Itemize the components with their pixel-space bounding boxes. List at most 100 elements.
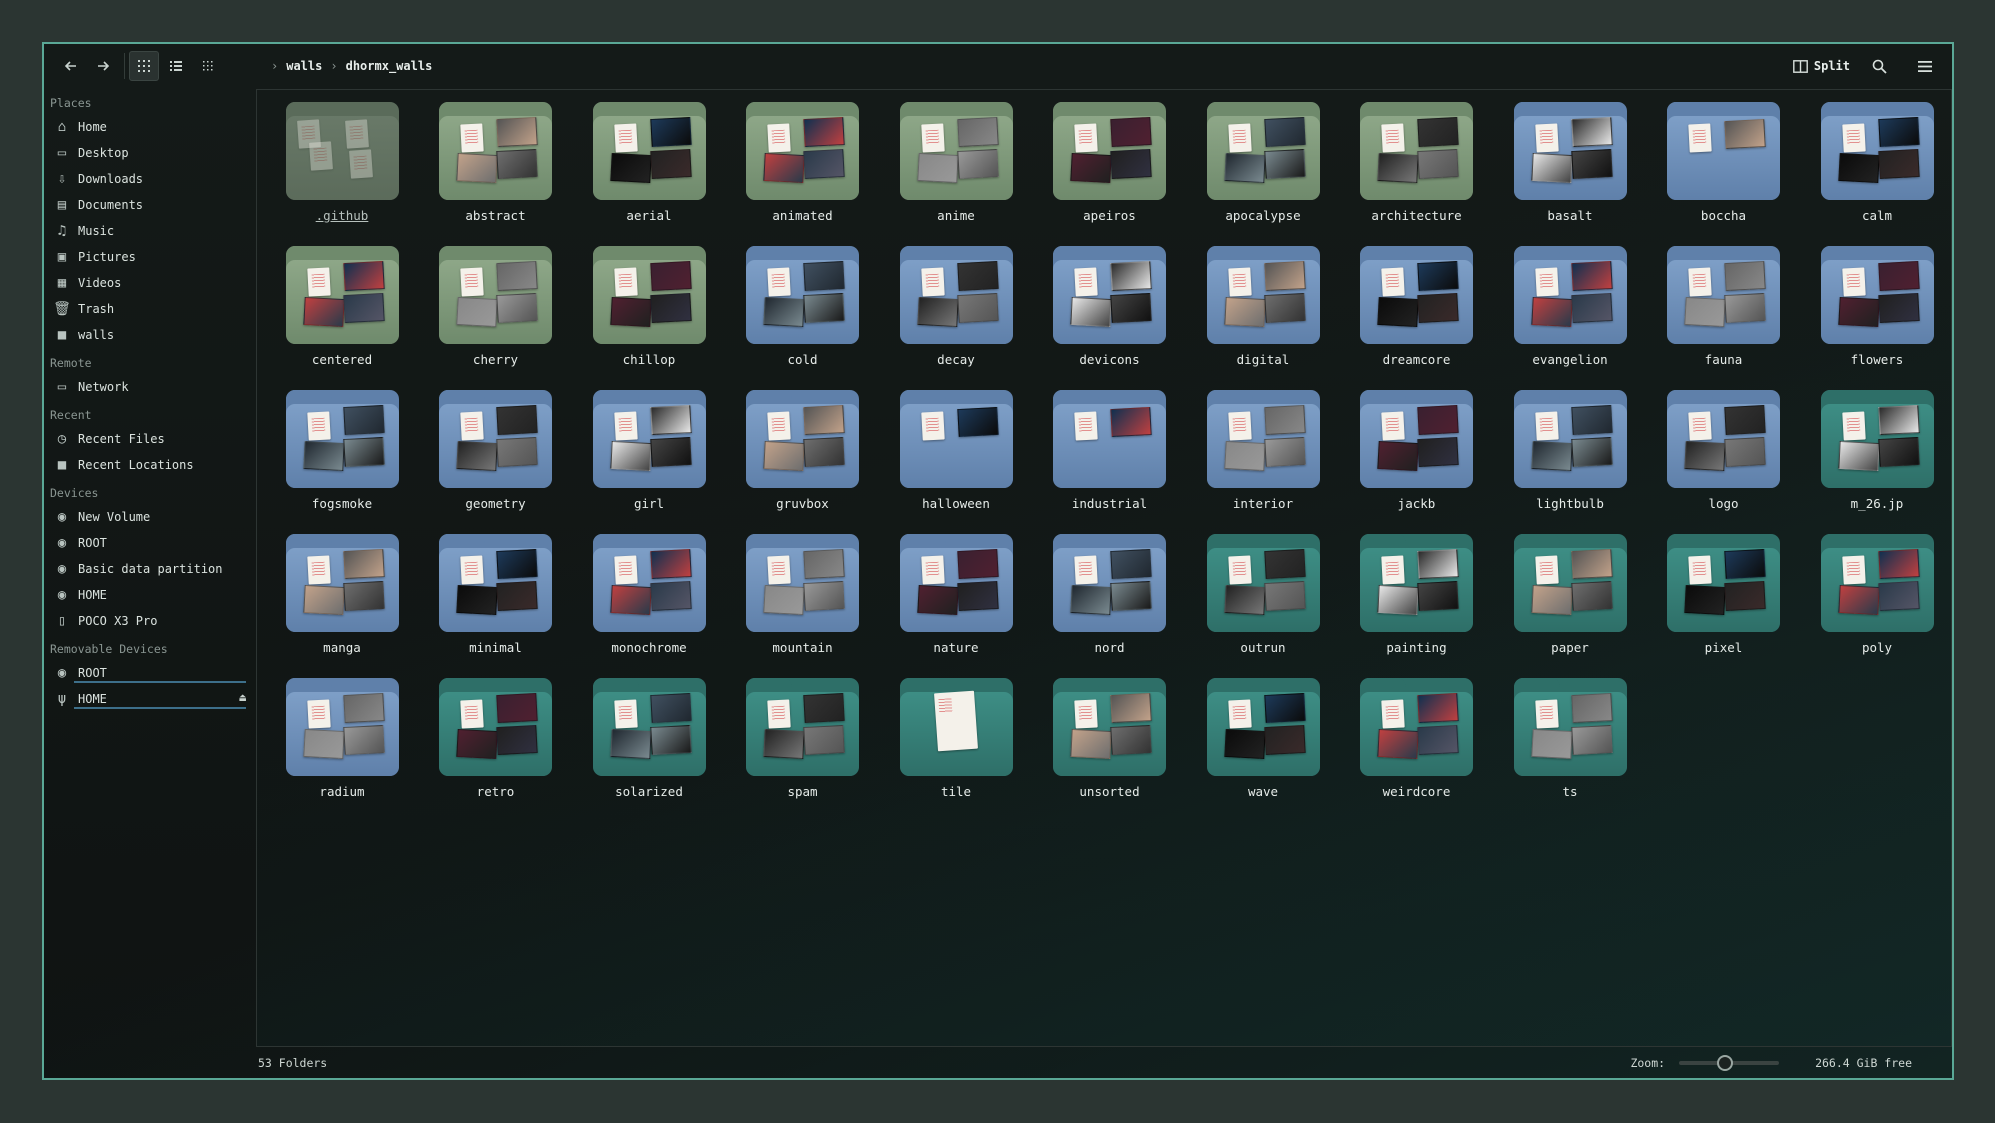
folder-girl[interactable]: girl (574, 390, 724, 530)
details-view-button[interactable] (161, 51, 191, 81)
folder-abstract[interactable]: abstract (421, 102, 571, 242)
sidebar-item-home[interactable]: ◉ HOME (48, 582, 254, 608)
folder-boccha[interactable]: boccha (1649, 102, 1799, 242)
sidebar-item-recent-files[interactable]: ◷ Recent Files (48, 426, 254, 452)
search-button[interactable] (1864, 51, 1894, 81)
folder-paper[interactable]: paper (1495, 534, 1645, 674)
zoom-slider-handle[interactable] (1716, 1055, 1733, 1071)
folder-wave[interactable]: wave (1188, 678, 1338, 818)
music-icon: ♫ (57, 223, 67, 239)
folder-monochrome[interactable]: monochrome (574, 534, 724, 674)
folder-aerial[interactable]: aerial (574, 102, 724, 242)
zoom-label: Zoom: (1630, 1056, 1666, 1070)
breadcrumb-item-walls[interactable]: walls (286, 59, 322, 73)
folder-dreamcore[interactable]: dreamcore (1342, 246, 1492, 386)
folder-nord[interactable]: nord (1035, 534, 1185, 674)
menu-button[interactable] (1910, 51, 1940, 81)
sidebar-section-header: Recent (50, 408, 92, 422)
zoom-slider[interactable] (1679, 1055, 1780, 1071)
folder-chillop[interactable]: chillop (574, 246, 724, 386)
folder-halloween[interactable]: halloween (881, 390, 1031, 530)
sidebar-item-pictures[interactable]: ▣ Pictures (48, 244, 254, 270)
folder-painting[interactable]: painting (1342, 534, 1492, 674)
sidebar-item-documents[interactable]: ▤ Documents (48, 192, 254, 218)
folder-spam[interactable]: spam (728, 678, 878, 818)
folder-solarized[interactable]: solarized (574, 678, 724, 818)
folder-apocalypse[interactable]: apocalypse (1188, 102, 1338, 242)
folder-outrun[interactable]: outrun (1188, 534, 1338, 674)
folder-pixel[interactable]: pixel (1649, 534, 1799, 674)
folder-calm[interactable]: calm (1802, 102, 1952, 242)
eject-icon[interactable]: ⏏ (239, 691, 246, 704)
folder-cherry[interactable]: cherry (421, 246, 571, 386)
folder-geometry[interactable]: geometry (421, 390, 571, 530)
folder-nature[interactable]: nature (881, 534, 1031, 674)
breadcrumb-item-current[interactable]: dhormx_walls (346, 59, 433, 73)
folder-label: weirdcore (1382, 784, 1451, 799)
folder-architecture[interactable]: architecture (1342, 102, 1492, 242)
folder-minimal[interactable]: minimal (421, 534, 571, 674)
compact-view-button[interactable] (193, 51, 223, 81)
sidebar-item-root[interactable]: ◉ ROOT (48, 530, 254, 556)
folder-label: animated (772, 208, 833, 223)
sidebar-item-home[interactable]: ψ HOME ⏏ (48, 686, 254, 712)
icon-view-button[interactable] (129, 51, 159, 81)
folder-poly[interactable]: poly (1802, 534, 1952, 674)
sidebar-item-music[interactable]: ♫ Music (48, 218, 254, 244)
forward-button[interactable] (88, 51, 118, 81)
folder-gruvbox[interactable]: gruvbox (728, 390, 878, 530)
folder-unsorted[interactable]: unsorted (1035, 678, 1185, 818)
folder-evangelion[interactable]: evangelion (1495, 246, 1645, 386)
folder-apeiros[interactable]: apeiros (1035, 102, 1185, 242)
folder-logo[interactable]: logo (1649, 390, 1799, 530)
folder-label: poly (1861, 640, 1893, 655)
sidebar-item-label: Basic data partition (78, 562, 223, 576)
folder-icon (439, 390, 552, 488)
sidebar-item-root[interactable]: ◉ ROOT (48, 660, 254, 686)
folder-m-26-jp[interactable]: m_26.jp (1802, 390, 1952, 530)
folder-interior[interactable]: interior (1188, 390, 1338, 530)
sidebar-item-videos[interactable]: ▦ Videos (48, 270, 254, 296)
folder-label: unsorted (1079, 784, 1140, 799)
sidebar-item-poco-x3-pro[interactable]: ▯ POCO X3 Pro (48, 608, 254, 634)
folder-manga[interactable]: manga (267, 534, 417, 674)
sidebar-item-downloads[interactable]: ⇩ Downloads (48, 166, 254, 192)
folder-basalt[interactable]: basalt (1495, 102, 1645, 242)
folder-label: devicons (1079, 352, 1140, 367)
folder-centered[interactable]: centered (267, 246, 417, 386)
folder-ts[interactable]: ts (1495, 678, 1645, 818)
sidebar-item-trash[interactable]: 🗑 Trash (48, 296, 254, 322)
folder-icon (439, 678, 552, 776)
folder-mountain[interactable]: mountain (728, 534, 878, 674)
folder-github[interactable]: .github (267, 102, 417, 242)
folder-fogsmoke[interactable]: fogsmoke (267, 390, 417, 530)
folder-devicons[interactable]: devicons (1035, 246, 1185, 386)
folder-jackb[interactable]: jackb (1342, 390, 1492, 530)
split-view-icon (1792, 59, 1808, 73)
folder-tile[interactable]: tile (881, 678, 1031, 818)
sidebar-item-recent-locations[interactable]: ■ Recent Locations (48, 452, 254, 478)
folder-industrial[interactable]: industrial (1035, 390, 1185, 530)
folder-cold[interactable]: cold (728, 246, 878, 386)
sidebar-item-basic-data-partition[interactable]: ◉ Basic data partition (48, 556, 254, 582)
sidebar-item-network[interactable]: ▭ Network (48, 374, 254, 400)
sidebar-item-desktop[interactable]: ▭ Desktop (48, 140, 254, 166)
folder-fauna[interactable]: fauna (1649, 246, 1799, 386)
folder-retro[interactable]: retro (421, 678, 571, 818)
folder-digital[interactable]: digital (1188, 246, 1338, 386)
sidebar-item-home[interactable]: ⌂ Home (48, 114, 254, 140)
folder-icon (1820, 534, 1934, 632)
folder-decay[interactable]: decay (881, 246, 1031, 386)
sidebar-item-new-volume[interactable]: ◉ New Volume (48, 504, 254, 530)
folder-icon (746, 246, 859, 344)
folder-animated[interactable]: animated (728, 102, 878, 242)
folder-label: decay (937, 352, 975, 367)
folder-weirdcore[interactable]: weirdcore (1342, 678, 1492, 818)
back-button[interactable] (56, 51, 86, 81)
folder-radium[interactable]: radium (267, 678, 417, 818)
folder-anime[interactable]: anime (881, 102, 1031, 242)
folder-flowers[interactable]: flowers (1802, 246, 1952, 386)
sidebar-item-walls[interactable]: ■ walls (48, 322, 254, 348)
split-button[interactable]: Split (1792, 59, 1850, 73)
folder-lightbulb[interactable]: lightbulb (1495, 390, 1645, 530)
